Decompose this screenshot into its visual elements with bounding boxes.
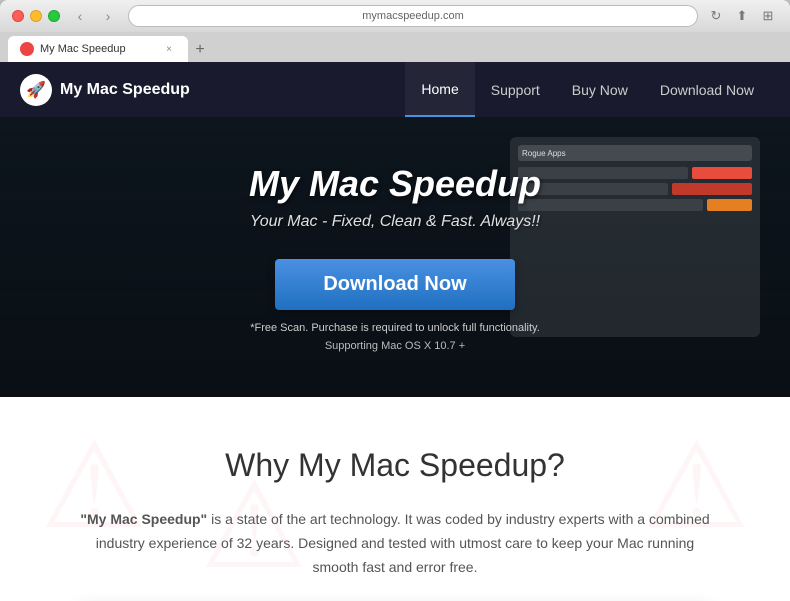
hero-content: My Mac Speedup Your Mac - Fixed, Clean &… [249,163,541,352]
tab-close-button[interactable]: × [162,42,176,56]
title-bar: ‹ › mymacspeedup.com ↻ ⬆ ⊞ [0,0,790,32]
deco-row-3 [518,199,752,211]
minimize-button[interactable] [30,10,42,22]
hero-subtitle: Your Mac - Fixed, Clean & Fast. Always!! [250,213,540,231]
hero-decoration: Rogue Apps [510,137,760,337]
logo-icon: 🚀 [20,74,52,106]
why-title: Why My Mac Speedup? [80,447,710,484]
site-logo: 🚀 My Mac Speedup [20,74,190,106]
free-scan-note: *Free Scan. Purchase is required to unlo… [250,322,540,334]
browser-actions: ↻ ⬆ ⊞ [706,6,778,26]
refresh-button[interactable]: ↻ [706,6,726,26]
hero-section: Rogue Apps My Mac Speedup Your Mac - Fix… [0,117,790,397]
new-tab-button[interactable]: + [188,38,212,62]
hero-title: My Mac Speedup [249,163,541,205]
deco-header: Rogue Apps [518,145,752,161]
back-button[interactable]: ‹ [68,4,92,28]
nav-links: Home Support Buy Now Download Now [405,62,770,117]
address-bar[interactable]: mymacspeedup.com [128,5,698,27]
new-tab-icon[interactable]: ⊞ [758,6,778,26]
deco-label-3 [518,199,703,211]
deco-bar-2 [672,183,752,195]
url-display: mymacspeedup.com [362,10,464,22]
tab-title-text: My Mac Speedup [40,43,156,55]
deco-row-1 [518,167,752,179]
share-button[interactable]: ⬆ [732,6,752,26]
logo-text: My Mac Speedup [60,81,190,99]
forward-button[interactable]: › [96,4,120,28]
os-support-text: Supporting Mac OS X 10.7 + [325,340,465,352]
nav-support[interactable]: Support [475,62,556,117]
tab-bar: My Mac Speedup × + [0,32,790,62]
nav-buttons: ‹ › [68,4,120,28]
hero-download-button[interactable]: Download Now [275,259,514,310]
why-section: ⚠ ⚠ ⚠ Why My Mac Speedup? "My Mac Speedu… [0,397,790,601]
deco-row-2 [518,183,752,195]
why-description: "My Mac Speedup" is a state of the art t… [80,508,710,579]
nav-home[interactable]: Home [405,62,474,117]
active-tab[interactable]: My Mac Speedup × [8,36,188,62]
browser-window: ‹ › mymacspeedup.com ↻ ⬆ ⊞ My Mac Speedu… [0,0,790,62]
close-button[interactable] [12,10,24,22]
nav-buy[interactable]: Buy Now [556,62,644,117]
maximize-button[interactable] [48,10,60,22]
deco-bar-3 [707,199,752,211]
site-navigation: 🚀 My Mac Speedup Home Support Buy Now Do… [0,62,790,117]
deco-label-1 [518,167,688,179]
tab-favicon [20,42,34,56]
why-brand-name: "My Mac Speedup" [80,511,207,527]
deco-bar-1 [692,167,752,179]
nav-download[interactable]: Download Now [644,62,770,117]
traffic-lights [12,10,60,22]
website-content: 🚀 My Mac Speedup Home Support Buy Now Do… [0,62,790,601]
logo-emoji: 🚀 [26,80,46,100]
